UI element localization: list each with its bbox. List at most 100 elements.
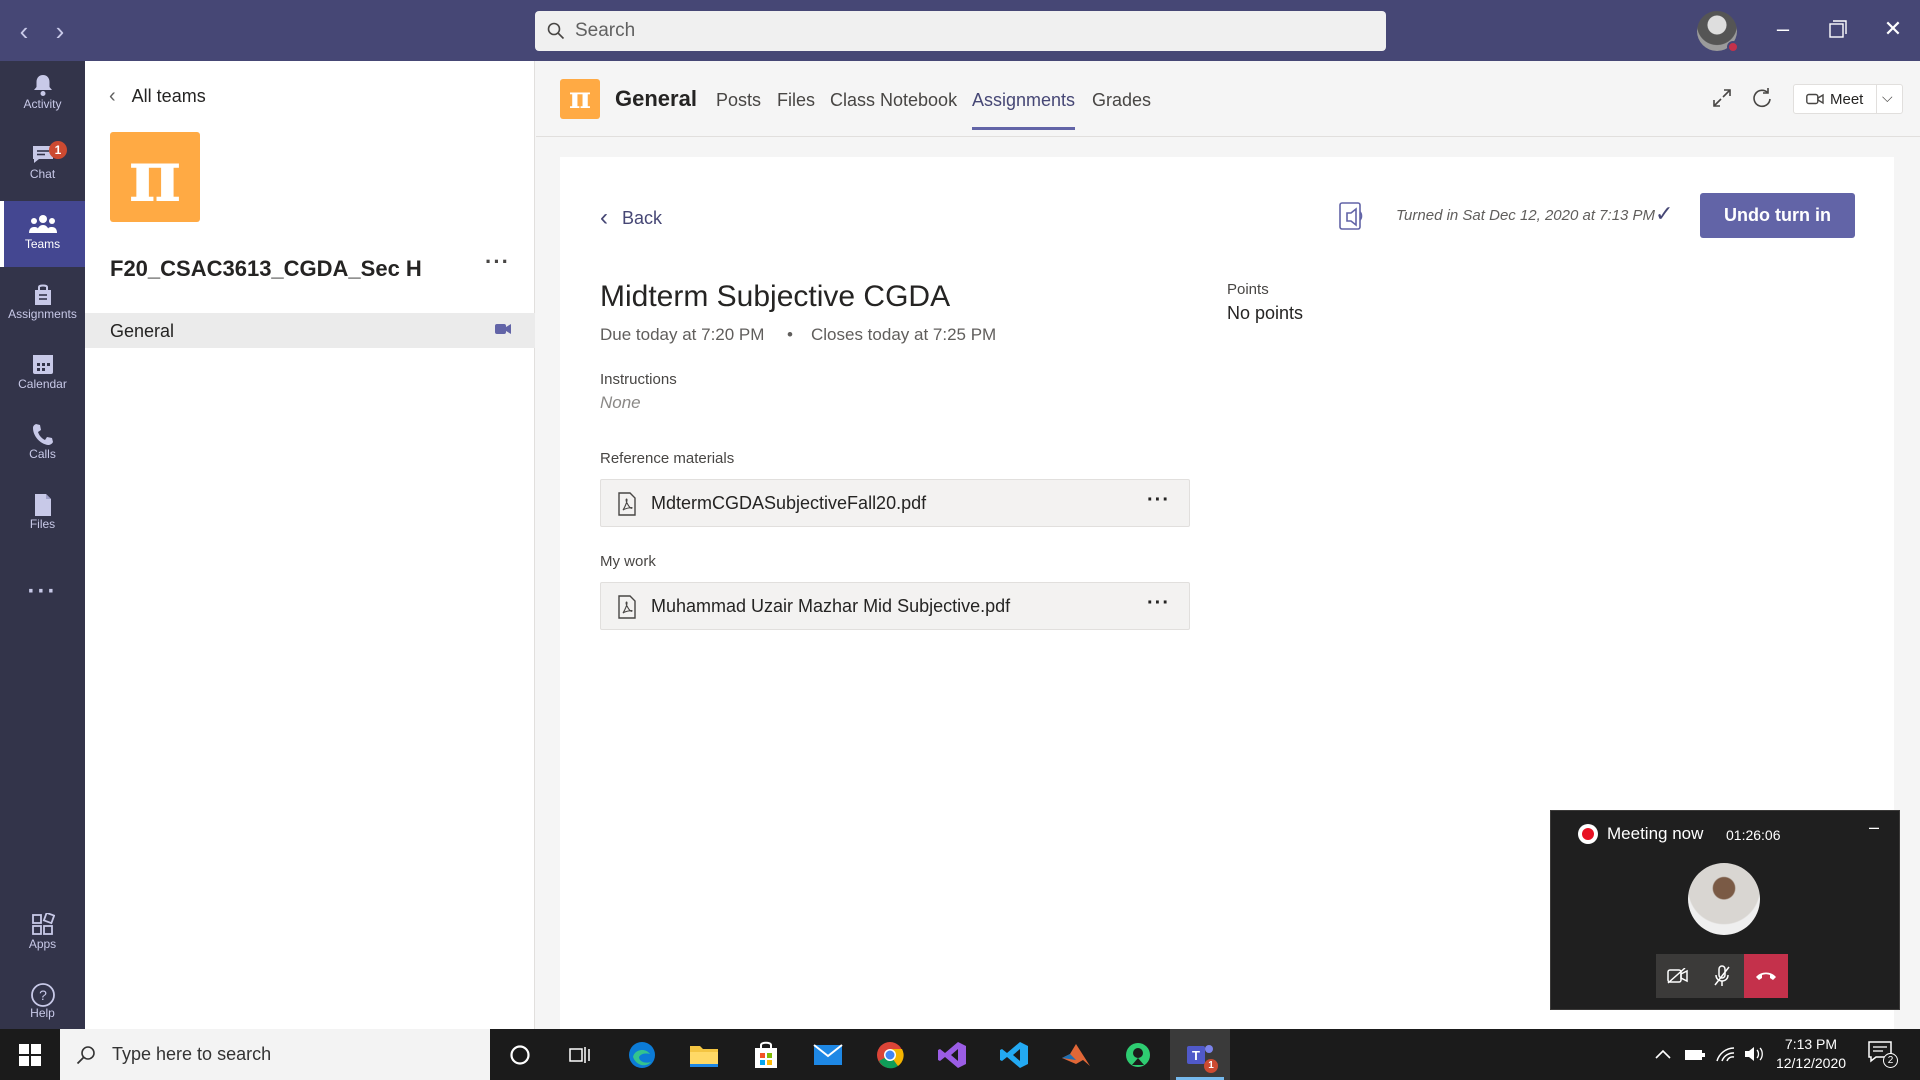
forward-arrow-icon[interactable]: ›	[48, 17, 72, 45]
rail-label: Teams	[24, 237, 61, 251]
undo-turn-in-button[interactable]: Undo turn in	[1700, 193, 1855, 238]
team-panel: ‹ All teams π F20_CSAC3613_CGDA_Sec H ··…	[85, 61, 535, 1029]
assignment-title: Midterm Subjective CGDA	[600, 280, 951, 313]
close-icon[interactable]: ✕	[1878, 14, 1908, 44]
reference-materials-label: Reference materials	[600, 450, 735, 467]
rail-item-files[interactable]: Files	[0, 481, 85, 547]
reference-file-item[interactable]: MdtermCGDASubjectiveFall20.pdf ···	[600, 479, 1190, 527]
file-name: MdtermCGDASubjectiveFall20.pdf	[651, 493, 927, 513]
chat-badge: 1	[49, 141, 67, 159]
store-icon	[755, 1041, 777, 1068]
wifi-icon[interactable]	[1716, 1043, 1736, 1067]
maximize-icon[interactable]	[1823, 14, 1853, 44]
all-teams-link[interactable]: ‹ All teams	[109, 85, 206, 108]
back-button[interactable]: ‹ Back	[600, 204, 662, 232]
search-placeholder: Search	[575, 20, 636, 41]
rail-item-apps[interactable]: Apps	[0, 901, 85, 967]
file-name: Muhammad Uzair Mazhar Mid Subjective.pdf	[651, 596, 1011, 616]
meet-button[interactable]: Meet ⌵	[1793, 84, 1903, 114]
taskbar-search-input[interactable]: Type here to search	[60, 1029, 490, 1080]
tab-posts[interactable]: Posts	[716, 90, 761, 111]
rail-item-calls[interactable]: Calls	[0, 411, 85, 477]
teams-icon	[0, 201, 85, 233]
reload-icon[interactable]	[1751, 87, 1775, 111]
title-bar: ‹ › Search – ✕	[0, 0, 1920, 61]
hang-up-button[interactable]	[1744, 954, 1788, 998]
mute-button[interactable]	[1700, 954, 1744, 998]
back-label: Back	[622, 207, 663, 228]
team-more-options-icon[interactable]: ···	[485, 249, 510, 275]
taskbar-teams[interactable]: T 1	[1170, 1029, 1230, 1080]
clock-date: 12/12/2020	[1775, 1055, 1847, 1071]
tab-grades[interactable]: Grades	[1092, 90, 1151, 111]
taskbar-vscode[interactable]	[984, 1029, 1044, 1080]
bell-icon	[0, 61, 85, 96]
due-date: Due today at 7:20 PM	[600, 325, 765, 344]
vscode-icon	[1000, 1041, 1028, 1068]
my-work-file-item[interactable]: Muhammad Uzair Mazhar Mid Subjective.pdf…	[600, 582, 1190, 630]
meeting-mini-window[interactable]: Meeting now 01:26:06 –	[1550, 810, 1900, 1010]
phone-icon	[0, 411, 85, 445]
team-logo: π	[110, 132, 200, 222]
profile-avatar[interactable]	[1697, 11, 1739, 53]
immersive-reader-icon[interactable]	[1338, 201, 1366, 231]
taskbar-green-app[interactable]	[1108, 1029, 1168, 1080]
rail-item-assignments[interactable]: Assignments	[0, 271, 85, 337]
tab-assignments[interactable]: Assignments	[972, 90, 1076, 130]
rail-item-teams[interactable]: Teams	[0, 201, 85, 267]
camera-off-icon	[1667, 967, 1688, 984]
file-more-options-icon[interactable]: ···	[1147, 489, 1170, 512]
rail-label: Calls	[29, 447, 56, 461]
channel-item-general[interactable]: General	[85, 313, 535, 348]
task-view-button[interactable]	[550, 1029, 610, 1080]
meeting-camera-icon	[495, 324, 511, 334]
more-icon: ···	[27, 578, 58, 605]
start-button[interactable]	[0, 1029, 60, 1080]
volume-icon[interactable]	[1744, 1043, 1764, 1067]
windows-taskbar: Type here to search T 1 7:13 PM 12/12/20…	[0, 1029, 1920, 1080]
show-hidden-icons-chevron-up-icon[interactable]	[1655, 1043, 1671, 1064]
meeting-timer: 01:26:06	[1726, 827, 1781, 843]
battery-icon[interactable]	[1684, 1043, 1706, 1066]
rail-label: Files	[29, 517, 56, 531]
minimize-icon[interactable]: –	[1768, 14, 1798, 44]
mail-icon	[813, 1043, 843, 1065]
cortana-button[interactable]	[490, 1029, 550, 1080]
camera-off-button[interactable]	[1656, 954, 1700, 998]
tab-files[interactable]: Files	[777, 90, 815, 111]
chevron-down-icon[interactable]: ⌵	[1882, 89, 1893, 106]
taskbar-mail[interactable]	[798, 1029, 858, 1080]
rail-item-activity[interactable]: Activity	[0, 61, 85, 127]
rail-label: Assignments	[8, 307, 77, 321]
svg-text:T: T	[1192, 1048, 1200, 1063]
rail-label: Calendar	[18, 377, 67, 391]
clock-time: 7:13 PM	[1784, 1036, 1838, 1052]
taskbar-store[interactable]	[736, 1029, 796, 1080]
minimize-icon[interactable]: –	[1869, 817, 1879, 838]
rail-label: Activity	[23, 97, 62, 111]
taskbar-clock[interactable]: 7:13 PM 12/12/2020	[1766, 1035, 1856, 1073]
rail-item-help[interactable]: ? Help	[0, 970, 85, 1030]
search-icon	[547, 22, 565, 40]
rail-item-chat[interactable]: 1 Chat	[0, 131, 85, 197]
cortana-icon	[510, 1044, 530, 1065]
file-more-options-icon[interactable]: ···	[1147, 592, 1170, 615]
recording-icon	[1578, 824, 1598, 844]
action-center-button[interactable]: 2	[1868, 1041, 1898, 1069]
hang-up-icon	[1756, 972, 1776, 980]
search-input[interactable]: Search	[535, 11, 1386, 51]
back-arrow-icon[interactable]: ‹	[12, 17, 36, 45]
microphone-off-icon	[1714, 965, 1730, 986]
taskbar-matlab[interactable]	[1046, 1029, 1106, 1080]
taskbar-chrome[interactable]	[860, 1029, 920, 1080]
taskbar-edge[interactable]	[612, 1029, 672, 1080]
expand-icon[interactable]	[1711, 87, 1735, 111]
taskbar-visual-studio[interactable]	[922, 1029, 982, 1080]
taskbar-file-explorer[interactable]	[674, 1029, 734, 1080]
rail-item-calendar[interactable]: Calendar	[0, 341, 85, 407]
svg-text:?: ?	[39, 987, 47, 1003]
meeting-title: Meeting now	[1607, 824, 1704, 843]
tab-class-notebook[interactable]: Class Notebook	[830, 90, 957, 111]
more-apps-button[interactable]: ···	[0, 566, 85, 616]
checkmark-icon: ✓	[1655, 201, 1674, 226]
